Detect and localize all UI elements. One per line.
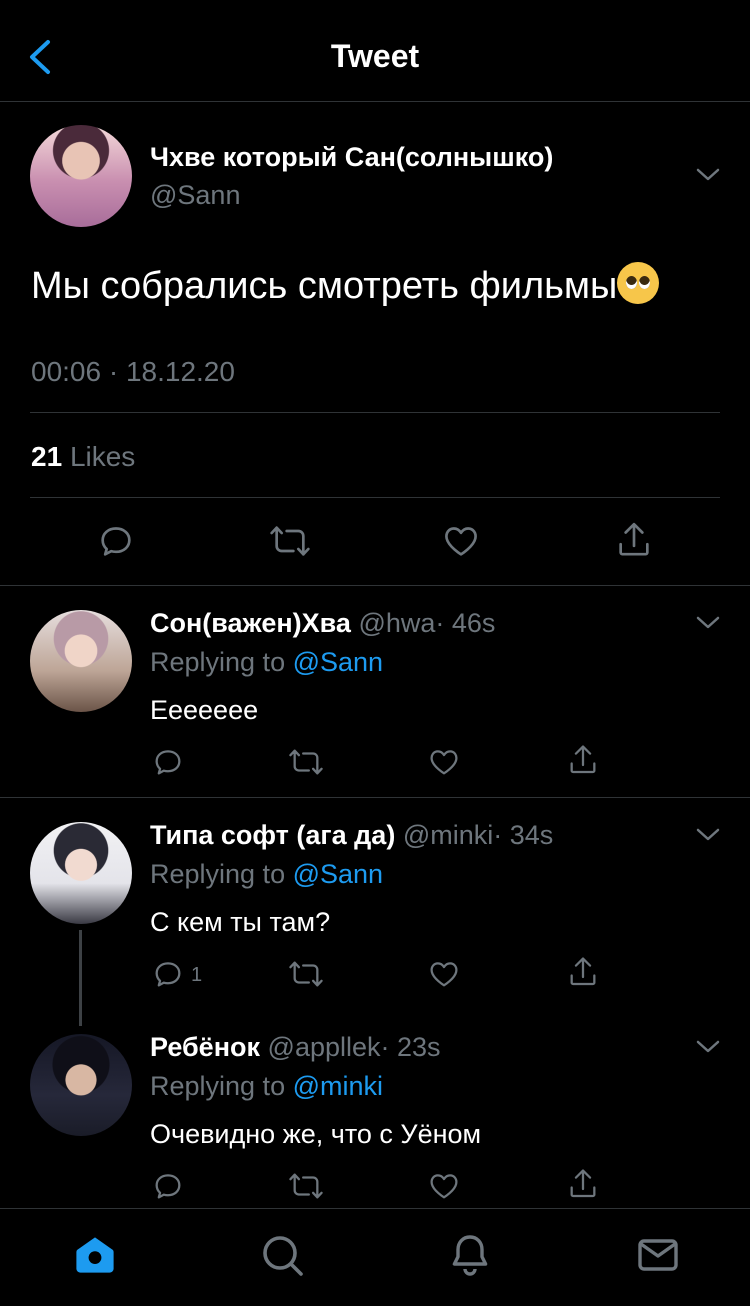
search-icon [263, 1236, 303, 1276]
reply-text: Еееееее [150, 695, 259, 725]
likes-stat[interactable]: 21 Likes [31, 441, 135, 473]
share-icon [619, 522, 649, 556]
reply-icon [155, 962, 181, 987]
tab-messages[interactable] [634, 1231, 682, 1279]
replying-to-mention[interactable]: @Sann [293, 859, 383, 889]
notifications-icon [452, 1235, 488, 1276]
likes-label: Likes [69, 441, 136, 472]
reply-button[interactable] [96, 521, 136, 561]
chevron-down-icon [696, 828, 720, 841]
reply-text: Очевидно же, что с Уёном [150, 1119, 482, 1149]
chevron-down-icon [696, 1040, 720, 1053]
home-icon [76, 1237, 114, 1273]
author-name[interactable]: Чхве который Сан(солнышко) [150, 142, 553, 173]
reply-age: · 34s [493, 820, 554, 850]
tweet-timestamp: 00:06 · 18.12.20 [31, 356, 235, 387]
retweet-button[interactable] [287, 1169, 325, 1203]
like-button[interactable] [427, 1169, 461, 1203]
messages-icon [638, 1239, 678, 1271]
page-title: Tweet [330, 38, 420, 74]
reply-icon [155, 1174, 181, 1199]
reply-avatar[interactable] [30, 1034, 132, 1136]
thread-connector-line [79, 930, 82, 1026]
tweet-menu-button[interactable] [694, 166, 722, 184]
reply-avatar[interactable] [30, 822, 132, 924]
retweet-icon [289, 961, 323, 987]
top-header: Tweet [0, 0, 750, 102]
like-button[interactable] [441, 521, 481, 561]
chevron-down-icon [696, 168, 720, 181]
retweet-button[interactable] [287, 745, 325, 779]
retweet-button[interactable] [287, 957, 325, 991]
reply-avatar[interactable] [30, 610, 132, 712]
reply-author-name[interactable]: Сон(важен)Хва [150, 608, 351, 638]
reply-icon [101, 527, 131, 556]
replying-to: Replying to @minki [150, 1071, 384, 1101]
reply-menu-button[interactable] [694, 1038, 722, 1056]
tab-home[interactable] [71, 1231, 119, 1279]
reply-header: Ребёнок @appllek· 23s [150, 1032, 441, 1063]
share-icon [570, 745, 596, 774]
reply-button[interactable] [151, 957, 185, 991]
bottom-tab-bar [0, 1208, 750, 1306]
reply-header: Типа софт (ага да) @minki· 34s [150, 820, 553, 851]
tab-notifications[interactable] [446, 1231, 494, 1279]
like-button[interactable] [427, 957, 461, 991]
like-button[interactable] [427, 745, 461, 779]
section-divider [0, 797, 750, 798]
author-handle[interactable]: @Sann [150, 180, 240, 211]
reply-icon [155, 750, 181, 775]
reply-count: 1 [191, 964, 203, 986]
reply-text: С кем ты там? [150, 907, 331, 937]
reply-author-name[interactable]: Типа софт (ага да) [150, 820, 395, 850]
reply-age: · 23s [380, 1032, 441, 1062]
retweet-icon [289, 1173, 323, 1199]
like-icon [430, 750, 458, 775]
reply-handle[interactable]: @hwa [358, 608, 435, 638]
reply-handle[interactable]: @appllek [268, 1032, 381, 1062]
replying-to-mention[interactable]: @minki [293, 1071, 383, 1101]
replying-to-mention[interactable]: @Sann [293, 647, 383, 677]
pleading-face-emoji-icon [617, 262, 660, 304]
reply-button[interactable] [151, 745, 185, 779]
chevron-down-icon [696, 616, 720, 629]
author-avatar[interactable] [30, 125, 132, 227]
like-icon [430, 1174, 458, 1199]
divider [30, 497, 720, 498]
retweet-icon [270, 526, 310, 556]
share-icon [570, 957, 596, 986]
replying-to: Replying to @Sann [150, 859, 384, 889]
replying-to: Replying to @Sann [150, 647, 384, 677]
share-button[interactable] [566, 954, 600, 990]
likes-count: 21 [31, 441, 63, 472]
tweet-text: Мы собрались смотреть фильмы [31, 262, 660, 310]
reply-author-name[interactable]: Ребёнок [150, 1032, 260, 1062]
reply-handle[interactable]: @minki [403, 820, 493, 850]
reply-button[interactable] [151, 1169, 185, 1203]
share-button[interactable] [614, 519, 654, 561]
like-icon [430, 962, 458, 987]
reply-menu-button[interactable] [694, 826, 722, 844]
retweet-button[interactable] [268, 521, 312, 561]
share-button[interactable] [566, 742, 600, 778]
tab-search[interactable] [258, 1231, 306, 1279]
divider [30, 412, 720, 413]
retweet-icon [289, 749, 323, 775]
section-divider [0, 585, 750, 586]
reply-header: Сон(важен)Хва @hwa· 46s [150, 608, 495, 639]
like-icon [445, 527, 477, 556]
share-icon [570, 1169, 596, 1198]
share-button[interactable] [566, 1166, 600, 1202]
reply-menu-button[interactable] [694, 614, 722, 632]
reply-age: · 46s [435, 608, 496, 638]
